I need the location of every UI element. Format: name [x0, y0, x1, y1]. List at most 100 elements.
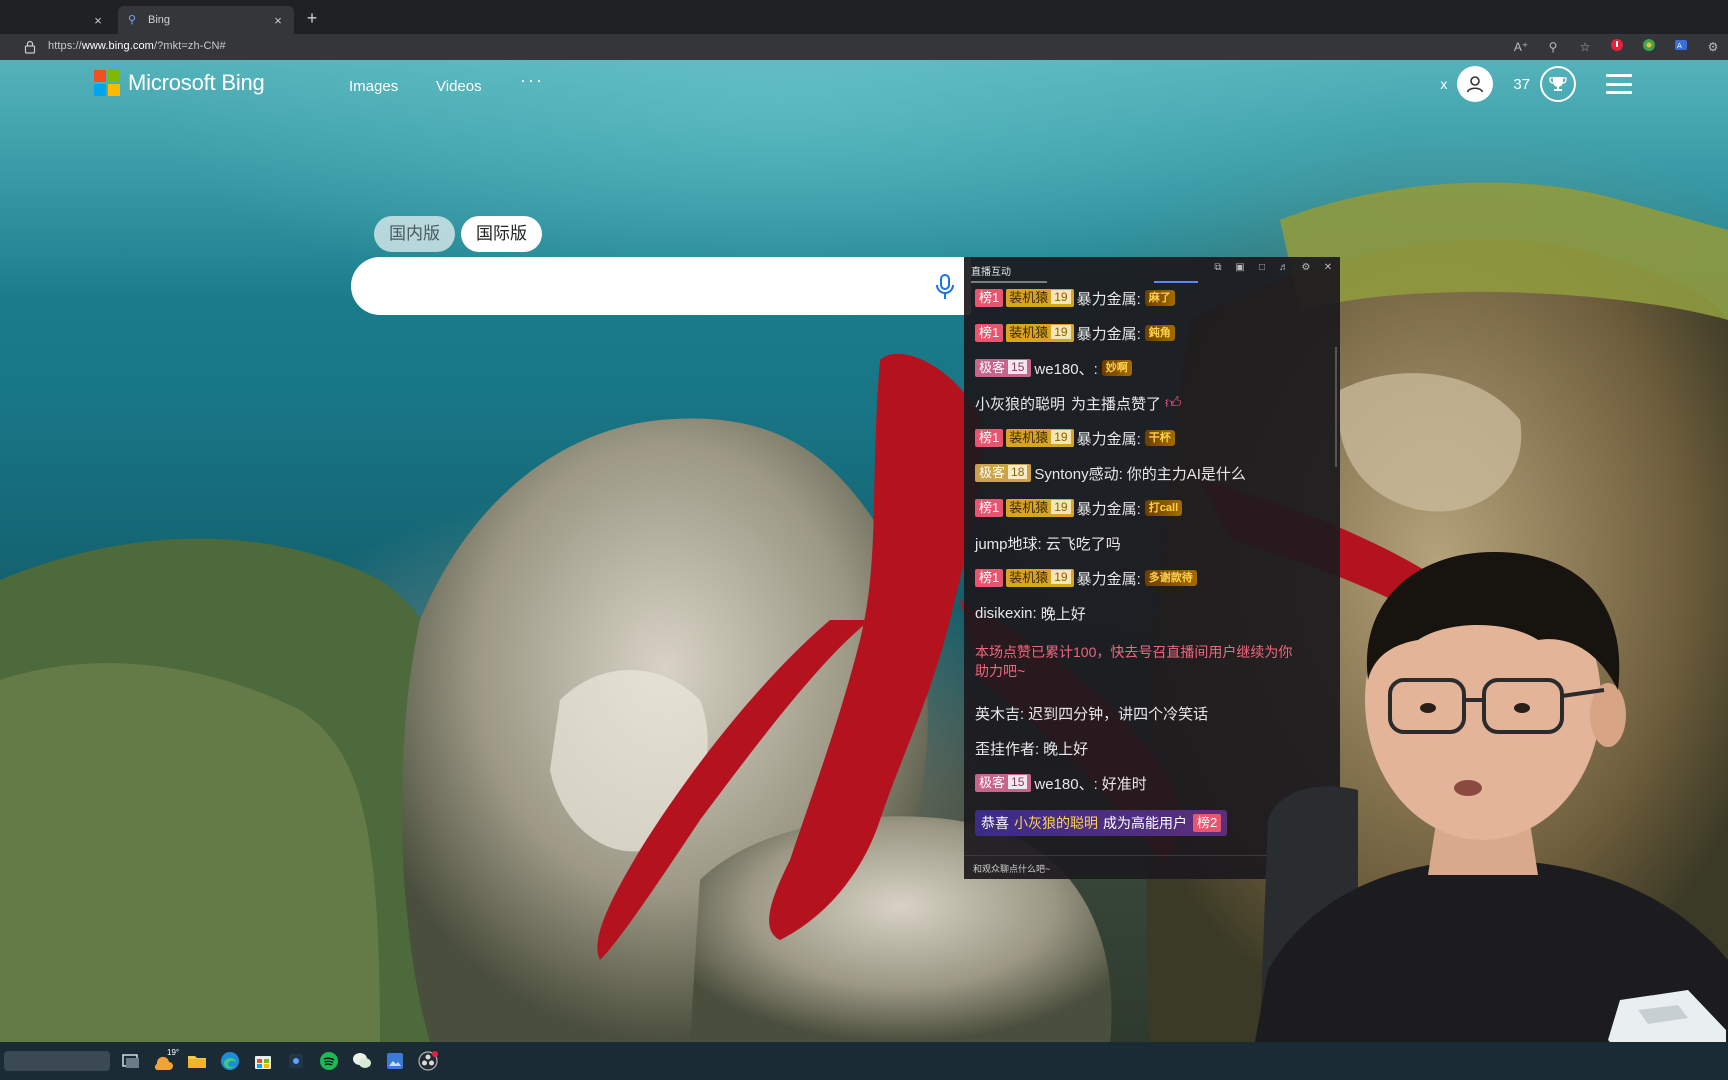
- weather-temp: 19°: [167, 1048, 180, 1057]
- chat-text: 云飞吃了吗: [1045, 535, 1121, 553]
- geek-badge-name: 极客: [979, 360, 1006, 375]
- nav-more-button[interactable]: ···: [520, 70, 544, 91]
- lock-icon[interactable]: □: [1256, 262, 1268, 274]
- tab-title: Bing: [148, 14, 171, 26]
- read-aloud-icon[interactable]: A⁺: [1512, 38, 1530, 56]
- url-prefix: https://: [48, 40, 82, 52]
- chat-tab-indicator: [971, 281, 1047, 283]
- chat-input-field[interactable]: 和观众聊点什么吧~: [973, 862, 1050, 875]
- rewards-points[interactable]: 37: [1513, 76, 1530, 93]
- app-icon[interactable]: [285, 1050, 307, 1072]
- hamburger-menu-icon[interactable]: [1606, 74, 1632, 94]
- search-input[interactable]: [351, 257, 971, 315]
- windows-taskbar: 19°: [0, 1042, 1728, 1080]
- chat-text: 你的主力AI是什么: [1126, 465, 1246, 483]
- photos-icon[interactable]: [384, 1050, 406, 1072]
- tab-previous[interactable]: ×: [4, 6, 114, 34]
- tab-domestic-version[interactable]: 国内版: [374, 216, 455, 252]
- chat-message: 榜1 装机猿 19 暴力金属: 打call: [975, 497, 1183, 519]
- chat-username: disikexin:: [975, 604, 1037, 622]
- browser-tab-bar: × ⚲ Bing × +: [0, 0, 1728, 34]
- geek-badge: 极客 15: [975, 774, 1032, 792]
- wechat-icon[interactable]: [351, 1050, 373, 1072]
- new-tab-button[interactable]: +: [302, 8, 322, 28]
- microphone-icon[interactable]: [934, 274, 956, 300]
- address-bar[interactable]: https://www.bing.com/?mkt=zh-CN# A⁺ ⚲ ☆ …: [0, 34, 1728, 60]
- url-host: www.bing.com: [81, 40, 154, 52]
- fan-badge-level: 19: [1051, 570, 1071, 584]
- chat-username: 英木吉:: [975, 705, 1025, 723]
- chat-message: 榜1 装机猿 19 暴力金属: 鈍角: [975, 322, 1175, 344]
- fan-badge-level: 19: [1051, 500, 1071, 514]
- favorites-add-icon[interactable]: ☆: [1576, 38, 1594, 56]
- version-switch: 国内版 国际版: [374, 216, 542, 252]
- volume-icon[interactable]: ♬: [1278, 262, 1290, 274]
- chat-sticker: 干杯: [1144, 430, 1175, 446]
- chat-username: 歪挂作者:: [975, 740, 1040, 758]
- chat-message: 榜1 装机猿 19 暴力金属: 多谢款待: [975, 567, 1197, 589]
- nav-images-link[interactable]: Images: [349, 78, 398, 95]
- fan-badge: 装机猿 19: [1006, 499, 1074, 517]
- chat-message: 小灰狼的聪明 为主播点赞了 👍︎: [975, 392, 1182, 414]
- extensions-icon[interactable]: ⚙: [1704, 38, 1722, 56]
- task-view-icon[interactable]: [120, 1050, 142, 1072]
- fan-badge-level: 19: [1051, 430, 1071, 444]
- chat-scrollbar[interactable]: [1335, 347, 1337, 467]
- fan-badge-name: 装机猿: [1009, 430, 1049, 445]
- geek-badge-name: 极客: [979, 465, 1006, 480]
- rank-badge: 榜1: [975, 324, 1004, 342]
- chat-sticker: 多谢款待: [1144, 570, 1197, 586]
- chat-message: 榜1 装机猿 19 暴力金属: 干杯: [975, 427, 1175, 449]
- extension-green-icon[interactable]: [1640, 38, 1658, 56]
- lock-icon: [24, 40, 36, 54]
- chat-username: 暴力金属:: [1076, 430, 1141, 448]
- popout-icon[interactable]: ⧉: [1212, 262, 1224, 274]
- url-text[interactable]: https://www.bing.com/?mkt=zh-CN#: [48, 40, 226, 52]
- zoom-icon[interactable]: ⚲: [1544, 38, 1562, 56]
- browser-toolbar: A⁺ ⚲ ☆ A ⚙: [1512, 38, 1728, 56]
- settings-icon[interactable]: ⚙: [1300, 262, 1312, 274]
- obs-icon[interactable]: [417, 1050, 439, 1072]
- chat-text: 晚上好: [1040, 605, 1086, 623]
- microsoft-logo-icon: [94, 70, 120, 96]
- high-energy-user-banner: 恭喜 小灰狼的聪明 成为高能用户 榜2: [975, 810, 1228, 836]
- fan-badge-level: 19: [1051, 325, 1071, 339]
- chat-message: disikexin: 晚上好: [975, 602, 1086, 624]
- bing-logo[interactable]: Microsoft Bing: [94, 70, 265, 96]
- chat-username: 小灰狼的聪明: [975, 395, 1066, 413]
- chat-username: jump地球:: [975, 535, 1042, 553]
- chat-sticker: 鈍角: [1144, 325, 1175, 341]
- fan-badge-name: 装机猿: [1009, 325, 1049, 340]
- translate-icon[interactable]: A: [1672, 38, 1690, 56]
- taskbar-search-box[interactable]: [4, 1051, 110, 1071]
- rewards-trophy-icon[interactable]: [1540, 66, 1576, 102]
- user-avatar-icon[interactable]: [1457, 66, 1494, 102]
- tab-bing[interactable]: ⚲ Bing ×: [118, 6, 294, 34]
- taskbar-icons: 19°: [120, 1048, 439, 1074]
- tab-close-icon[interactable]: ×: [92, 13, 104, 28]
- close-icon[interactable]: ✕: [1322, 262, 1334, 274]
- spotify-icon[interactable]: [318, 1050, 340, 1072]
- rank-badge: 榜1: [975, 499, 1004, 517]
- weather-icon[interactable]: 19°: [153, 1048, 179, 1072]
- store-icon[interactable]: [252, 1050, 274, 1072]
- chat-username: 暴力金属:: [1076, 500, 1141, 518]
- tab-international-version[interactable]: 国际版: [461, 216, 542, 252]
- extension-red-icon[interactable]: [1608, 38, 1626, 56]
- edge-icon[interactable]: [219, 1050, 241, 1072]
- chat-message: 榜1 装机猿 19 暴力金属: 麻了: [975, 287, 1175, 309]
- tab-close-icon[interactable]: ×: [272, 13, 284, 28]
- fan-badge: 装机猿 19: [1006, 429, 1074, 447]
- chat-header[interactable]: 直播互动 ⧉ ▣ □ ♬ ⚙ ✕: [964, 257, 1340, 281]
- chat-message: 英木吉: 迟到四分钟，讲四个冷笑话: [975, 702, 1208, 724]
- thumbs-up-icon: 👍︎: [1165, 394, 1182, 412]
- header-close-button[interactable]: x: [1440, 76, 1447, 92]
- svg-text:A: A: [1677, 42, 1682, 50]
- webcam-streamer-image: [1248, 551, 1728, 1080]
- fan-badge-name: 装机猿: [1009, 500, 1049, 515]
- camera-off-icon[interactable]: ▣: [1234, 262, 1246, 274]
- search-icon: ⚲: [128, 14, 137, 26]
- file-explorer-icon[interactable]: [186, 1050, 208, 1072]
- chat-tab-indicator-active: [1154, 281, 1198, 283]
- nav-videos-link[interactable]: Videos: [436, 78, 482, 95]
